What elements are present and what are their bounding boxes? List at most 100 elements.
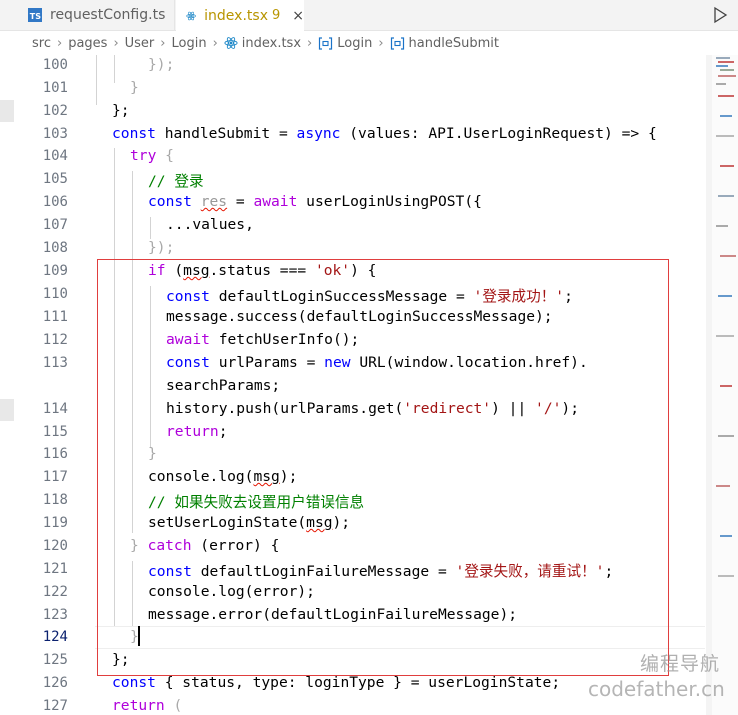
line-number: 116 bbox=[42, 446, 68, 462]
minimap-line bbox=[716, 83, 726, 85]
minimap-line bbox=[718, 295, 732, 297]
code-token: new bbox=[324, 354, 351, 371]
line-number: 121 bbox=[42, 561, 68, 577]
editor-tab-bar: TS requestConfig.ts index.tsx 9 × bbox=[0, 0, 738, 31]
code-token: URL(window.location.href). bbox=[350, 354, 588, 371]
minimap[interactable] bbox=[712, 55, 738, 715]
minimap-line bbox=[720, 385, 732, 387]
line-number: 104 bbox=[42, 148, 68, 164]
code-token: ); bbox=[332, 514, 351, 531]
code-line: // 登录 bbox=[148, 170, 204, 191]
code-token: (values: API.UserLoginRequest) => { bbox=[340, 125, 657, 142]
line-number: 100 bbox=[42, 57, 68, 73]
indent-guide bbox=[132, 561, 133, 626]
code-line: try { bbox=[130, 147, 174, 164]
react-file-icon bbox=[224, 36, 238, 50]
breadcrumb-item-login[interactable]: Login bbox=[171, 36, 206, 51]
run-icon[interactable] bbox=[712, 6, 728, 24]
code-token-unused: res bbox=[200, 193, 228, 210]
code-line: history.push(urlParams.get('redirect') |… bbox=[166, 400, 579, 417]
code-token: { status, type: loginType } = userLoginS… bbox=[155, 674, 561, 691]
code-token-error: msg bbox=[306, 514, 333, 531]
minimap-line bbox=[720, 255, 736, 257]
indent-guide bbox=[150, 286, 151, 447]
code-token: ( bbox=[165, 262, 184, 279]
code-line: const { status, type: loginType } = user… bbox=[112, 674, 560, 691]
code-token: defaultLoginFailureMessage = bbox=[191, 563, 456, 580]
code-line: const urlParams = new URL(window.locatio… bbox=[166, 354, 588, 371]
breadcrumb-item-src[interactable]: src bbox=[32, 36, 51, 51]
tab-index-tsx[interactable]: index.tsx 9 × bbox=[176, 0, 304, 31]
code-token: try bbox=[130, 147, 157, 164]
line-number: 123 bbox=[42, 607, 68, 623]
code-line: } bbox=[130, 79, 139, 96]
minimap-line bbox=[718, 75, 736, 77]
code-token: await bbox=[253, 193, 298, 210]
code-token: ); bbox=[561, 400, 579, 417]
code-token: }); bbox=[148, 56, 175, 73]
code-token: .status === bbox=[209, 262, 315, 279]
code-token: const bbox=[166, 288, 210, 305]
indent-guide bbox=[114, 55, 115, 83]
minimap-line bbox=[718, 195, 734, 197]
code-comment: // 登录 bbox=[148, 173, 204, 190]
code-token: message.success(defaultLoginSuccessMessa… bbox=[166, 308, 553, 325]
line-number: 115 bbox=[42, 424, 68, 440]
line-number: 109 bbox=[42, 263, 68, 279]
tab-label: index.tsx bbox=[204, 7, 268, 24]
code-token: searchParams; bbox=[166, 377, 281, 394]
line-number: 102 bbox=[42, 103, 68, 119]
minimap-line bbox=[718, 61, 734, 63]
close-icon[interactable]: × bbox=[292, 8, 304, 24]
current-line-highlight bbox=[95, 626, 705, 649]
code-line: }; bbox=[112, 102, 130, 119]
code-line: } bbox=[148, 445, 157, 462]
code-token: }; bbox=[112, 651, 130, 668]
indent-guide bbox=[150, 217, 151, 239]
code-token: = bbox=[227, 193, 254, 210]
line-number-active: 124 bbox=[42, 629, 68, 645]
symbol-variable-icon bbox=[390, 36, 405, 50]
line-number: 101 bbox=[42, 80, 68, 96]
code-token: return bbox=[166, 423, 219, 440]
code-token: const bbox=[148, 563, 192, 580]
code-line: console.log(msg); bbox=[148, 468, 297, 485]
code-token: setUserLoginState( bbox=[148, 514, 307, 531]
code-string: '/' bbox=[535, 400, 562, 417]
code-token: handleSubmit = bbox=[155, 125, 297, 142]
code-token: async bbox=[296, 125, 341, 142]
breadcrumb-item-pages[interactable]: pages bbox=[68, 36, 107, 51]
breadcrumb-item-file[interactable]: index.tsx bbox=[242, 36, 301, 51]
code-token: message.error(defaultLoginFailureMessage… bbox=[148, 606, 518, 623]
code-editor[interactable]: 100 101 102 103 104 105 106 107 108 109 … bbox=[0, 55, 738, 715]
code-token: { bbox=[156, 147, 174, 164]
chevron-right-icon: › bbox=[212, 35, 218, 51]
problem-count-badge: 9 bbox=[271, 8, 281, 23]
typescript-file-icon: TS bbox=[28, 8, 42, 22]
breadcrumb-item-user[interactable]: User bbox=[125, 36, 155, 51]
code-token: urlParams = bbox=[209, 354, 325, 371]
tab-label: requestConfig.ts bbox=[50, 7, 166, 23]
code-token: const bbox=[148, 193, 192, 210]
minimap-line bbox=[720, 115, 732, 117]
chevron-right-icon: › bbox=[307, 35, 313, 51]
line-number: 118 bbox=[42, 492, 68, 508]
minimap-line bbox=[716, 335, 734, 337]
tab-requestconfig[interactable]: TS requestConfig.ts bbox=[20, 0, 175, 30]
react-file-icon bbox=[186, 11, 196, 20]
code-token: ; bbox=[564, 288, 573, 305]
code-token: defaultLoginSuccessMessage = bbox=[209, 288, 474, 305]
code-line: }); bbox=[148, 56, 174, 73]
chevron-right-icon: › bbox=[378, 35, 384, 51]
breadcrumb-item-login-symbol[interactable]: Login bbox=[337, 36, 372, 51]
indent-guide bbox=[132, 171, 133, 533]
code-string: 'redirect' bbox=[403, 400, 492, 417]
code-line: return; bbox=[166, 423, 228, 440]
code-token: ) { bbox=[350, 262, 377, 279]
line-number: 120 bbox=[42, 538, 68, 554]
code-line: const handleSubmit = async (values: API.… bbox=[112, 125, 657, 142]
code-comment: // 如果失败去设置用户错误信息 bbox=[148, 494, 365, 511]
line-number: 106 bbox=[42, 194, 68, 210]
breadcrumb-item-handlesubmit[interactable]: handleSubmit bbox=[409, 36, 499, 51]
line-number: 125 bbox=[42, 652, 68, 668]
